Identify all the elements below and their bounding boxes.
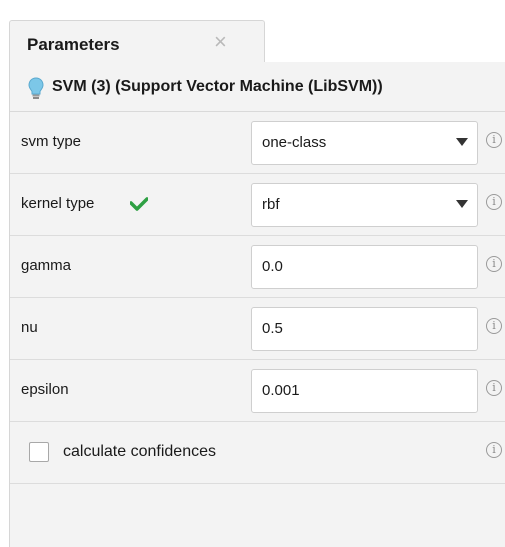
- info-icon[interactable]: i: [486, 318, 502, 334]
- svm-type-value: one-class: [262, 134, 327, 151]
- info-icon[interactable]: i: [486, 380, 502, 396]
- param-row-svm-type: svm type one-class i: [10, 112, 505, 174]
- svm-type-select[interactable]: one-class: [251, 121, 478, 165]
- epsilon-input[interactable]: 0.001: [251, 369, 478, 413]
- parameters-panel: Parameters × SVM (3) (Support Vector Mac…: [0, 0, 505, 547]
- tab-parameters[interactable]: Parameters ×: [9, 20, 265, 62]
- nu-value: 0.5: [262, 320, 283, 337]
- svm-type-label: svm type: [21, 133, 82, 150]
- close-icon[interactable]: ×: [214, 31, 227, 53]
- lightbulb-icon: [28, 77, 44, 99]
- calculate-confidences-label[interactable]: calculate confidences: [63, 443, 216, 461]
- gamma-input[interactable]: 0.0: [251, 245, 478, 289]
- nu-input[interactable]: 0.5: [251, 307, 478, 351]
- tab-title: Parameters: [27, 35, 120, 54]
- checkmark-icon: [130, 197, 148, 211]
- param-row-nu: nu 0.5 i: [10, 298, 505, 360]
- dropdown-arrow-icon: [456, 138, 468, 146]
- info-icon[interactable]: i: [486, 132, 502, 148]
- gamma-label: gamma: [21, 257, 72, 274]
- info-icon[interactable]: i: [486, 442, 502, 458]
- operator-header: SVM (3) (Support Vector Machine (LibSVM)…: [10, 62, 505, 112]
- info-icon[interactable]: i: [486, 256, 502, 272]
- dropdown-arrow-icon: [456, 200, 468, 208]
- kernel-type-label: kernel type: [21, 195, 95, 212]
- gamma-value: 0.0: [262, 258, 283, 275]
- calculate-confidences-checkbox[interactable]: [29, 442, 49, 462]
- epsilon-value: 0.001: [262, 382, 300, 399]
- param-row-calculate-confidences: calculate confidences i: [10, 422, 505, 484]
- param-row-kernel-type: kernel type rbf i: [10, 174, 505, 236]
- parameters-body: SVM (3) (Support Vector Machine (LibSVM)…: [9, 62, 505, 547]
- nu-label: nu: [21, 319, 38, 336]
- param-row-epsilon: epsilon 0.001 i: [10, 360, 505, 422]
- param-row-gamma: gamma 0.0 i: [10, 236, 505, 298]
- tab-bar: Parameters ×: [0, 0, 505, 62]
- kernel-type-value: rbf: [262, 196, 280, 213]
- epsilon-label: epsilon: [21, 381, 69, 398]
- operator-title: SVM (3) (Support Vector Machine (LibSVM)…: [52, 78, 383, 95]
- info-icon[interactable]: i: [486, 194, 502, 210]
- kernel-type-select[interactable]: rbf: [251, 183, 478, 227]
